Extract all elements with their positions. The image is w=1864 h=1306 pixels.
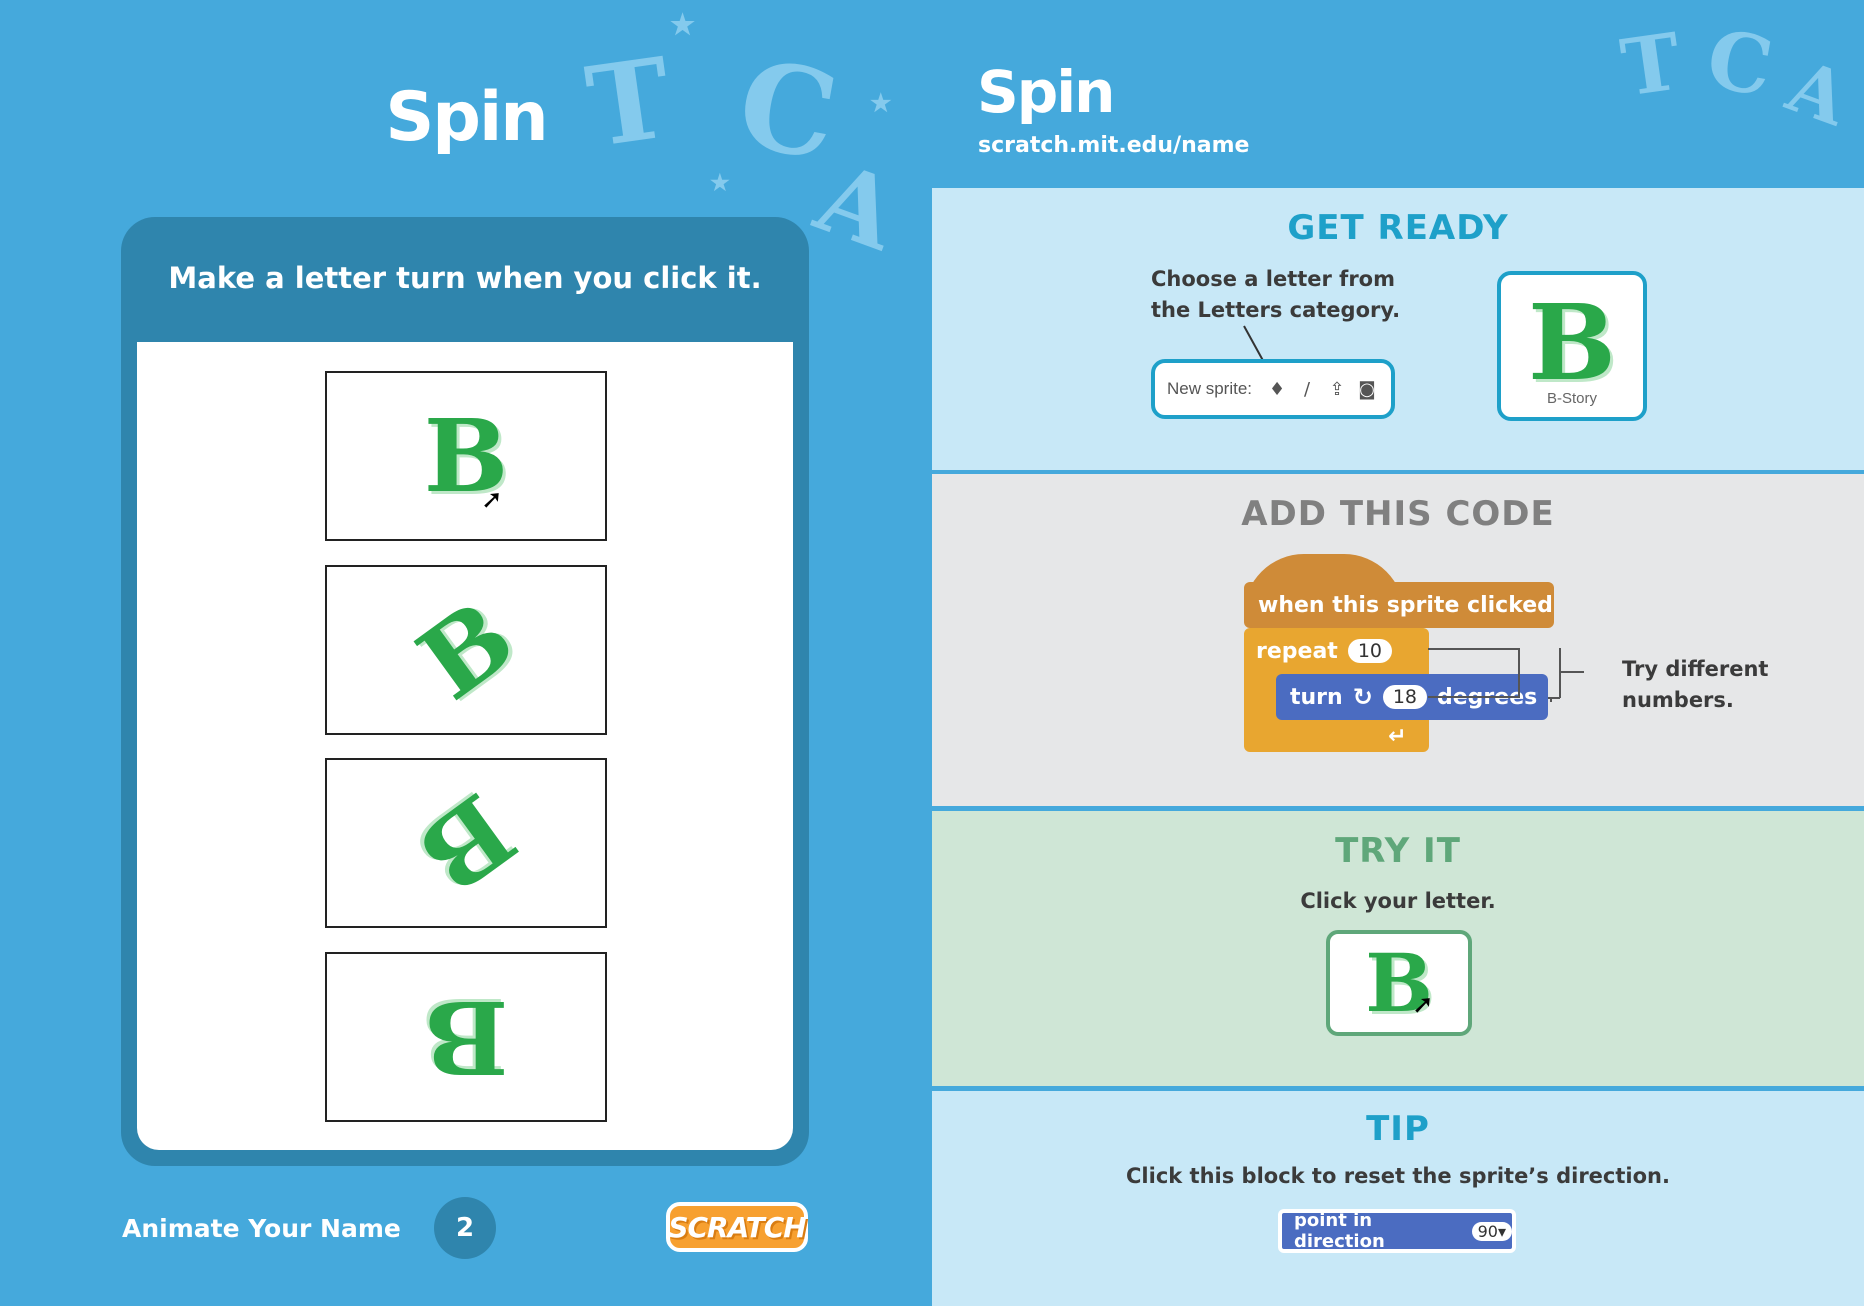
note-text: Try different numbers. [1622,654,1768,716]
decorative-letter-t: T [1615,16,1687,115]
sprite-tile[interactable]: B B-Story [1497,271,1647,421]
frame-4: B [325,952,607,1122]
star-icon: ★ [710,170,730,196]
upload-icon[interactable]: ⇪ [1326,378,1348,400]
pointer-cursor-icon: ➚ [481,485,503,515]
bracket-connector [1548,648,1584,699]
block-label: repeat [1256,638,1338,664]
rotate-clockwise-icon: ↻ [1352,683,1373,711]
letter-b: B [1365,936,1433,1030]
point-in-direction-block[interactable]: point in direction 90▾ [1278,1209,1516,1253]
loop-arrow-icon: ↵ [1388,724,1407,749]
card-caption: Make a letter turn when you click it. [168,261,762,295]
instruction-text: Click your letter. [1300,889,1496,913]
frame-3: B [325,758,607,928]
right-page: T C A Spin scratch.mit.edu/name GET READ… [932,0,1864,1306]
letter-b: B [397,577,535,723]
letter-b: B [397,770,535,916]
when-sprite-clicked-block[interactable]: when this sprite clicked [1244,582,1554,628]
sprite-library-icon[interactable]: ♦ [1266,378,1288,400]
frames-panel: B ➚ B B B [137,342,793,1150]
new-sprite-label: New sprite: [1167,379,1253,398]
left-page: T C A ★ ★ ★ Spin Make a letter turn when… [0,0,932,1306]
letter-b: B [423,978,509,1096]
footer-title: Animate Your Name [122,1214,401,1243]
decorative-letter-a: A [1777,43,1859,142]
logo-text: SCRATCH [668,1210,806,1244]
paint-brush-icon[interactable]: / [1296,378,1318,400]
tip-section: TIP Click this block to reset the sprite… [932,1091,1864,1306]
page-title: Spin [977,58,1115,126]
section-heading: GET READY [1287,208,1509,248]
letter-b: B [1528,281,1616,404]
note-line: Try different [1622,657,1769,681]
block-label: turn [1290,684,1343,710]
try-it-section: TRY IT Click your letter. B ➚ [932,811,1864,1086]
sprite-name: B-Story [1546,390,1597,407]
camera-icon[interactable]: ◙ [1356,378,1378,400]
repeat-count-input[interactable]: 10 [1347,639,1392,663]
section-heading: ADD THIS CODE [1241,494,1555,534]
page-number: 2 [434,1197,496,1259]
animation-card: Make a letter turn when you click it. B … [121,217,809,1166]
block-label: point in direction [1294,1210,1385,1252]
instruction-line: Choose a letter from [1151,267,1395,291]
instruction-text: Choose a letter from the Letters categor… [1151,264,1400,326]
frame-2: B [325,565,607,735]
decorative-letter-c: C [1700,11,1780,115]
new-sprite-bar: New sprite: ♦ / ⇪ ◙ [1151,359,1395,419]
repeat-block[interactable]: repeat 10 [1244,628,1429,674]
section-heading: TRY IT [1335,831,1461,871]
section-heading: TIP [1366,1109,1430,1149]
sprite-tile[interactable]: B ➚ [1326,930,1472,1036]
scratch-logo: SCRATCH [666,1202,808,1252]
pointer-cursor-icon: ➚ [1412,990,1434,1020]
direction-dropdown[interactable]: 90▾ [1471,1221,1512,1241]
add-code-section: ADD THIS CODE when this sprite clicked r… [932,474,1864,806]
note-line: numbers. [1622,688,1734,712]
frame-1: B ➚ [325,371,607,541]
block-label: when this sprite clicked [1258,592,1553,618]
bracket-line [1428,648,1520,698]
get-ready-section: GET READY Choose a letter from the Lette… [932,188,1864,470]
instruction-line: the Letters category. [1151,298,1401,322]
page-title: Spin [385,78,548,157]
star-icon: ★ [670,8,696,41]
project-url: scratch.mit.edu/name [978,133,1250,158]
instruction-text: Click this block to reset the sprite’s d… [1126,1164,1670,1188]
degrees-input[interactable]: 18 [1382,685,1427,709]
